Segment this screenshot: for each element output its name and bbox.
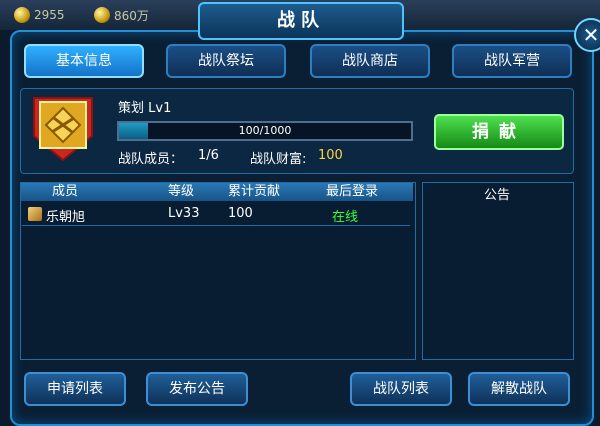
coin-resource: 860万 (94, 6, 149, 24)
notice-box (422, 182, 574, 360)
header-contribution: 累计贡献 (228, 184, 281, 199)
team-list-button[interactable]: 战队列表 (350, 372, 452, 406)
member-rank-icon (28, 207, 42, 221)
tab-barracks[interactable]: 战队军营 (452, 44, 572, 78)
wealth-label: 战队财富: (250, 152, 307, 167)
gold-icon (14, 7, 30, 23)
member-level: Lv33 (168, 206, 200, 221)
window-title: 战队 (198, 2, 404, 40)
header-level: 等级 (168, 184, 195, 199)
disband-team-button[interactable]: 解散战队 (468, 372, 570, 406)
coin-icon (94, 7, 110, 23)
progress-text: 100/1000 (238, 124, 292, 137)
tab-basic-info[interactable]: 基本信息 (24, 44, 144, 78)
members-label: 战队成员： (118, 152, 184, 167)
close-button[interactable]: ✕ (574, 18, 600, 52)
member-name: 乐朝旭 (46, 210, 86, 225)
tab-altar[interactable]: 战队祭坛 (166, 44, 286, 78)
notice-title: 公告 (483, 188, 510, 203)
members-value: 1/6 (198, 148, 219, 163)
donate-button[interactable]: 捐献 (434, 114, 564, 150)
coin-value: 860万 (114, 8, 149, 23)
gold-resource: 2955 (14, 6, 65, 24)
gold-value: 2955 (34, 8, 65, 22)
member-status: 在线 (332, 210, 359, 225)
team-name: 策划 Lv1 (118, 101, 172, 116)
header-last-login: 最后登录 (326, 184, 379, 199)
apply-list-button[interactable]: 申请列表 (24, 372, 126, 406)
header-member: 成员 (52, 184, 79, 199)
team-emblem-icon (33, 97, 93, 162)
member-contribution: 100 (228, 206, 253, 221)
tab-shop[interactable]: 战队商店 (310, 44, 430, 78)
post-notice-button[interactable]: 发布公告 (146, 372, 248, 406)
team-progress-bar: 100/1000 (117, 121, 413, 141)
close-icon: ✕ (582, 23, 600, 47)
wealth-value: 100 (318, 148, 343, 163)
